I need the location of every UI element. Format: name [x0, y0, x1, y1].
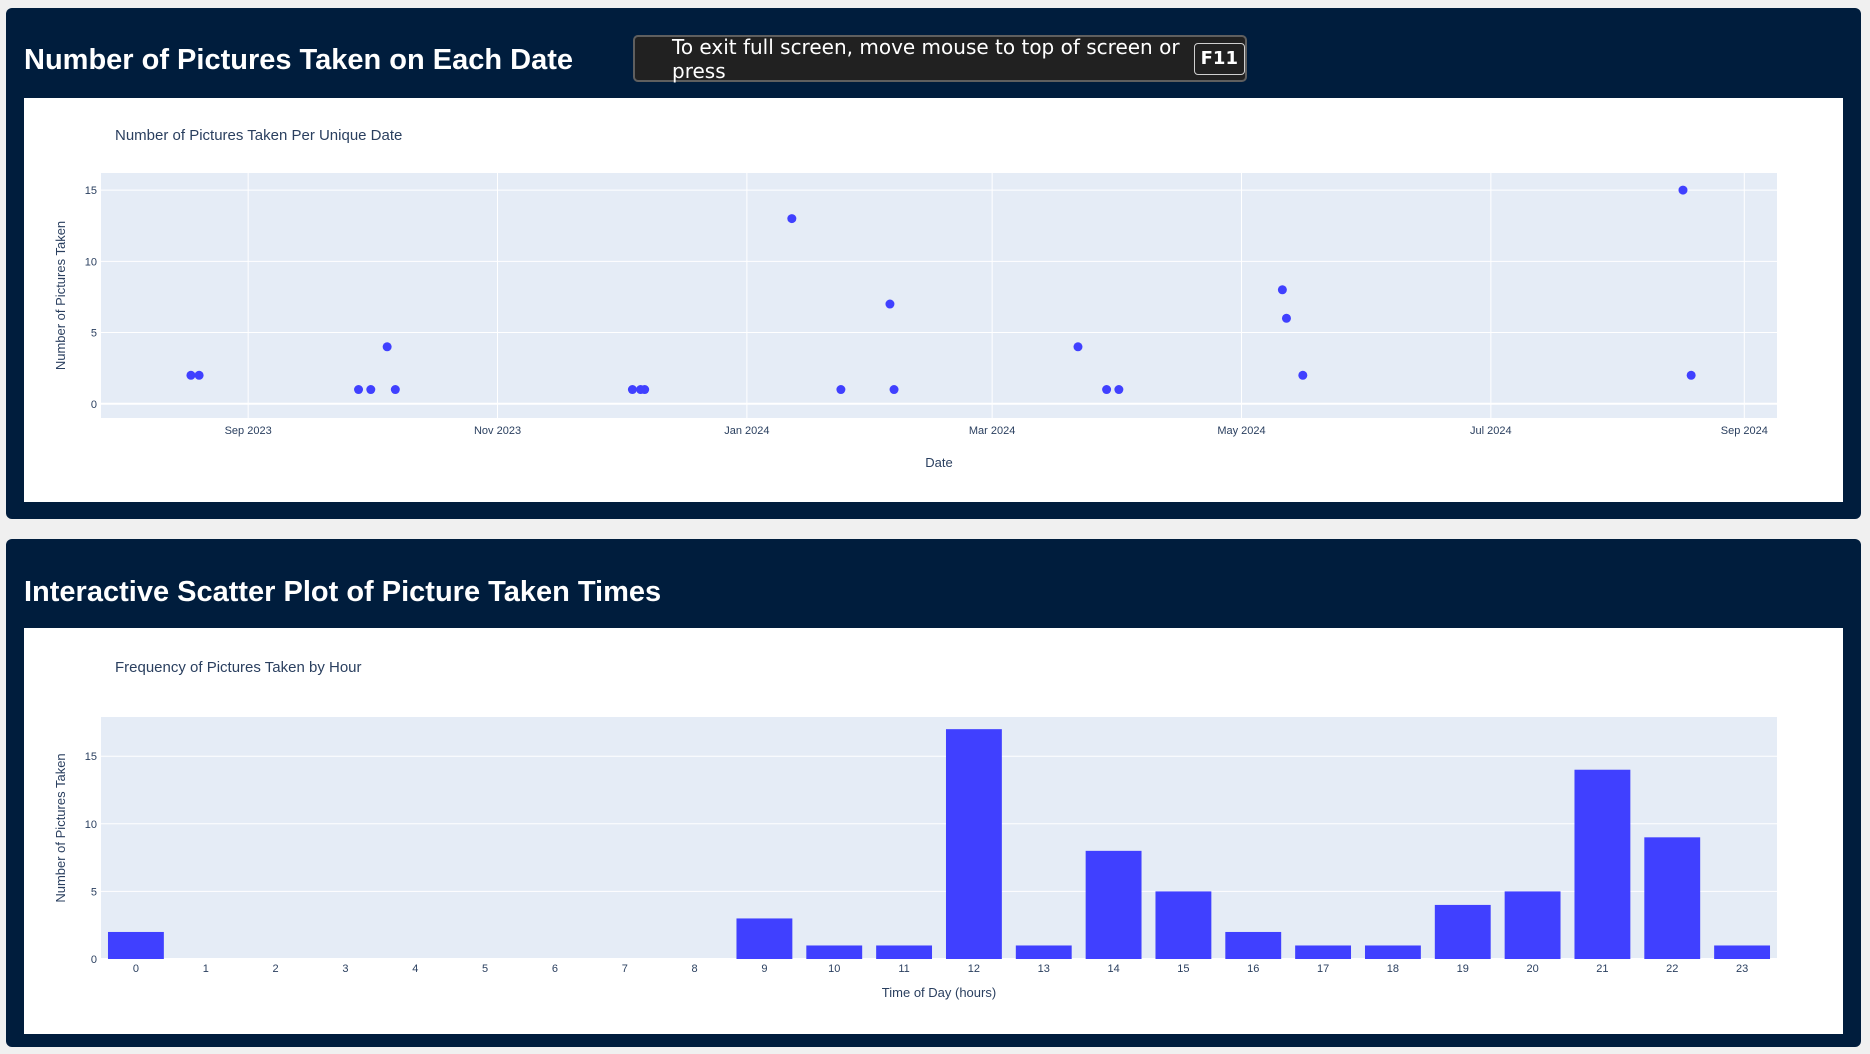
x-tick-label: Jul 2024: [1470, 425, 1512, 437]
x-tick-label: 13: [1038, 963, 1050, 975]
data-point[interactable]: [354, 385, 364, 395]
x-tick-label: 2: [273, 963, 279, 975]
data-point[interactable]: [1102, 385, 1112, 395]
data-point[interactable]: [1686, 370, 1696, 380]
f11-key-badge: F11: [1193, 42, 1245, 75]
data-point[interactable]: [1277, 285, 1287, 295]
data-point[interactable]: [1298, 370, 1308, 380]
x-tick-label: 21: [1596, 963, 1608, 975]
x-tick-label: 16: [1247, 963, 1259, 975]
x-axis-title: Time of Day (hours): [882, 985, 996, 1000]
plot-area: [101, 173, 1777, 418]
data-point[interactable]: [1281, 313, 1291, 323]
bar-panel-heading: Interactive Scatter Plot of Picture Take…: [24, 576, 662, 608]
data-point[interactable]: [889, 385, 899, 395]
bar[interactable]: [1714, 945, 1771, 959]
bar[interactable]: [1015, 945, 1072, 959]
data-point[interactable]: [787, 214, 797, 224]
x-tick-label: 9: [761, 963, 767, 975]
fullscreen-exit-toast: To exit full screen, move mouse to top o…: [633, 34, 1247, 83]
x-tick-label: 8: [692, 963, 698, 975]
data-point[interactable]: [627, 385, 637, 395]
x-tick-label: 22: [1666, 963, 1678, 975]
x-tick-label: 18: [1387, 963, 1399, 975]
data-point[interactable]: [1678, 185, 1688, 195]
bar[interactable]: [1225, 931, 1282, 959]
x-tick-label: 0: [133, 963, 139, 975]
data-point[interactable]: [836, 385, 846, 395]
bar[interactable]: [945, 729, 1002, 959]
y-tick-label: 0: [91, 954, 97, 966]
y-tick-label: 15: [85, 185, 97, 197]
data-point[interactable]: [194, 370, 204, 380]
y-tick-label: 5: [91, 328, 97, 340]
data-point[interactable]: [1073, 342, 1083, 352]
x-tick-label: 17: [1317, 963, 1329, 975]
y-axis-title: Number of Pictures Taken: [53, 221, 68, 370]
x-tick-label: Sep 2024: [1721, 425, 1768, 437]
x-tick-label: Nov 2023: [474, 425, 521, 437]
bar[interactable]: [876, 945, 933, 959]
y-tick-label: 10: [85, 819, 97, 831]
x-tick-label: 15: [1177, 963, 1189, 975]
x-tick-label: Sep 2023: [225, 425, 272, 437]
x-tick-label: 23: [1736, 963, 1748, 975]
data-point[interactable]: [366, 385, 376, 395]
bar-panel: Interactive Scatter Plot of Picture Take…: [6, 539, 1861, 1047]
bar[interactable]: [1574, 769, 1631, 959]
x-tick-label: 1: [203, 963, 209, 975]
scatter-panel: Number of Pictures Taken on Each Date Se…: [6, 8, 1861, 519]
x-tick-label: Jan 2024: [724, 425, 769, 437]
y-tick-label: 15: [85, 751, 97, 763]
data-point[interactable]: [186, 370, 196, 380]
bar-chart-card[interactable]: 0 5 10 15 0 1 2 3 4 5 6 7 8 9 10 11 12 13 14 15 16 17 18 19 20 21…: [24, 628, 1843, 1034]
y-tick-label: 5: [91, 886, 97, 898]
x-tick-label: 19: [1457, 963, 1469, 975]
x-tick-label: 3: [342, 963, 348, 975]
scatter-chart[interactable]: Sep 2023 Nov 2023 Jan 2024 Mar 2024 May 2024…: [24, 98, 1843, 502]
data-point[interactable]: [640, 385, 650, 395]
x-tick-label: 11: [898, 963, 909, 975]
chart-title: Number of Pictures Taken Per Unique Date: [115, 127, 402, 144]
x-tick-label: 12: [968, 963, 980, 975]
data-point[interactable]: [390, 385, 400, 395]
bar[interactable]: [107, 931, 164, 959]
data-point[interactable]: [885, 299, 895, 309]
x-axis-title: Date: [925, 455, 952, 470]
x-tick-label: 5: [482, 963, 488, 975]
bar[interactable]: [736, 918, 793, 959]
bar[interactable]: [806, 945, 863, 959]
x-tick-label: 6: [552, 963, 558, 975]
bar-chart[interactable]: 0510150 1 2 3 4 5 6 7 8 9 10 11 12 13 14 15 16 17 18 19 20 21…: [24, 628, 1843, 1034]
y-tick-label: 0: [91, 399, 97, 411]
scatter-panel-heading: Number of Pictures Taken on Each Date: [24, 44, 573, 76]
bar[interactable]: [1504, 891, 1561, 959]
x-tick-label: 20: [1526, 963, 1538, 975]
chart-title: Frequency of Pictures Taken by Hour: [115, 659, 362, 676]
x-tick-label: 14: [1107, 963, 1119, 975]
data-point[interactable]: [1114, 385, 1124, 395]
bar[interactable]: [1155, 891, 1212, 959]
y-axis-title: Number of Pictures Taken: [53, 753, 68, 902]
x-tick-label: 10: [828, 963, 840, 975]
x-tick-label: Mar 2024: [969, 425, 1015, 437]
x-tick-label: 4: [412, 963, 418, 975]
data-point[interactable]: [382, 342, 392, 352]
x-tick-label: May 2024: [1217, 425, 1265, 437]
bar[interactable]: [1364, 945, 1421, 959]
bar[interactable]: [1644, 837, 1701, 959]
toast-message: To exit full screen, move mouse to top o…: [672, 34, 1180, 83]
y-tick-label: 10: [85, 256, 97, 268]
bar[interactable]: [1085, 850, 1142, 959]
scatter-chart-card[interactable]: Sep 2023 Nov 2023 Jan 2024 Mar 2024 May 2024…: [24, 98, 1843, 502]
bar[interactable]: [1295, 945, 1352, 959]
x-tick-label: 7: [622, 963, 628, 975]
bar[interactable]: [1434, 904, 1491, 959]
